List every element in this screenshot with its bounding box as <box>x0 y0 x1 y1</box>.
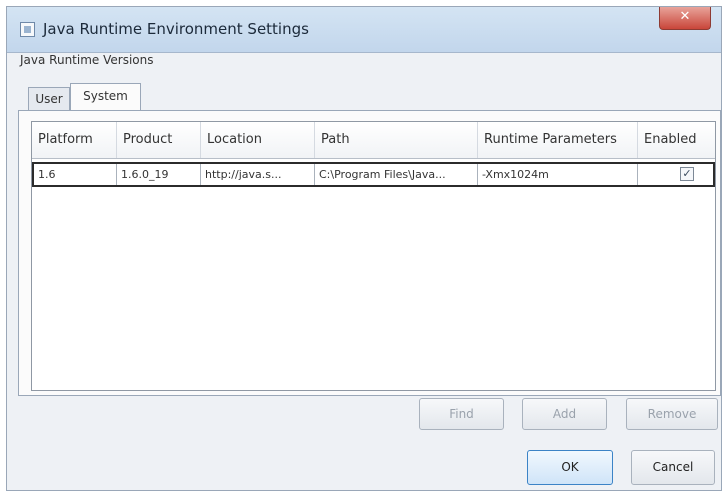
remove-button[interactable]: Remove <box>626 398 718 430</box>
title-bar: Java Runtime Environment Settings ✕ <box>7 7 721 53</box>
column-header-platform[interactable]: Platform <box>32 122 117 158</box>
tab-system[interactable]: System <box>70 83 141 111</box>
cell-location[interactable]: http://java.s... <box>201 164 315 185</box>
find-button[interactable]: Find <box>419 398 504 430</box>
close-button[interactable]: ✕ <box>659 7 711 30</box>
window-title: Java Runtime Environment Settings <box>43 20 309 38</box>
cell-platform[interactable]: 1.6 <box>34 164 117 185</box>
tab-user[interactable]: User <box>28 87 70 111</box>
column-header-product[interactable]: Product <box>117 122 201 158</box>
column-header-path[interactable]: Path <box>315 122 478 158</box>
section-label: Java Runtime Versions <box>20 53 154 67</box>
cell-runtime-parameters[interactable]: -Xmx1024m <box>478 164 638 185</box>
checkmark-icon: ✓ <box>682 167 692 180</box>
column-header-enabled[interactable]: Enabled <box>638 122 715 158</box>
column-header-location[interactable]: Location <box>201 122 315 158</box>
cancel-button[interactable]: Cancel <box>631 450 715 485</box>
table-header: Platform Product Location Path Runtime P… <box>32 122 715 159</box>
versions-panel: Platform Product Location Path Runtime P… <box>18 110 721 396</box>
add-button[interactable]: Add <box>522 398 607 430</box>
versions-table: Platform Product Location Path Runtime P… <box>31 121 716 391</box>
column-header-runtime-parameters[interactable]: Runtime Parameters <box>478 122 638 158</box>
java-app-icon <box>20 22 35 37</box>
ok-button[interactable]: OK <box>527 450 613 485</box>
table-row[interactable]: 1.6 1.6.0_19 http://java.s... C:\Program… <box>32 162 715 187</box>
cell-product[interactable]: 1.6.0_19 <box>117 164 201 185</box>
enabled-checkbox[interactable]: ✓ <box>680 167 694 181</box>
close-icon: ✕ <box>679 9 691 24</box>
cell-path[interactable]: C:\Program Files\Java... <box>315 164 478 185</box>
